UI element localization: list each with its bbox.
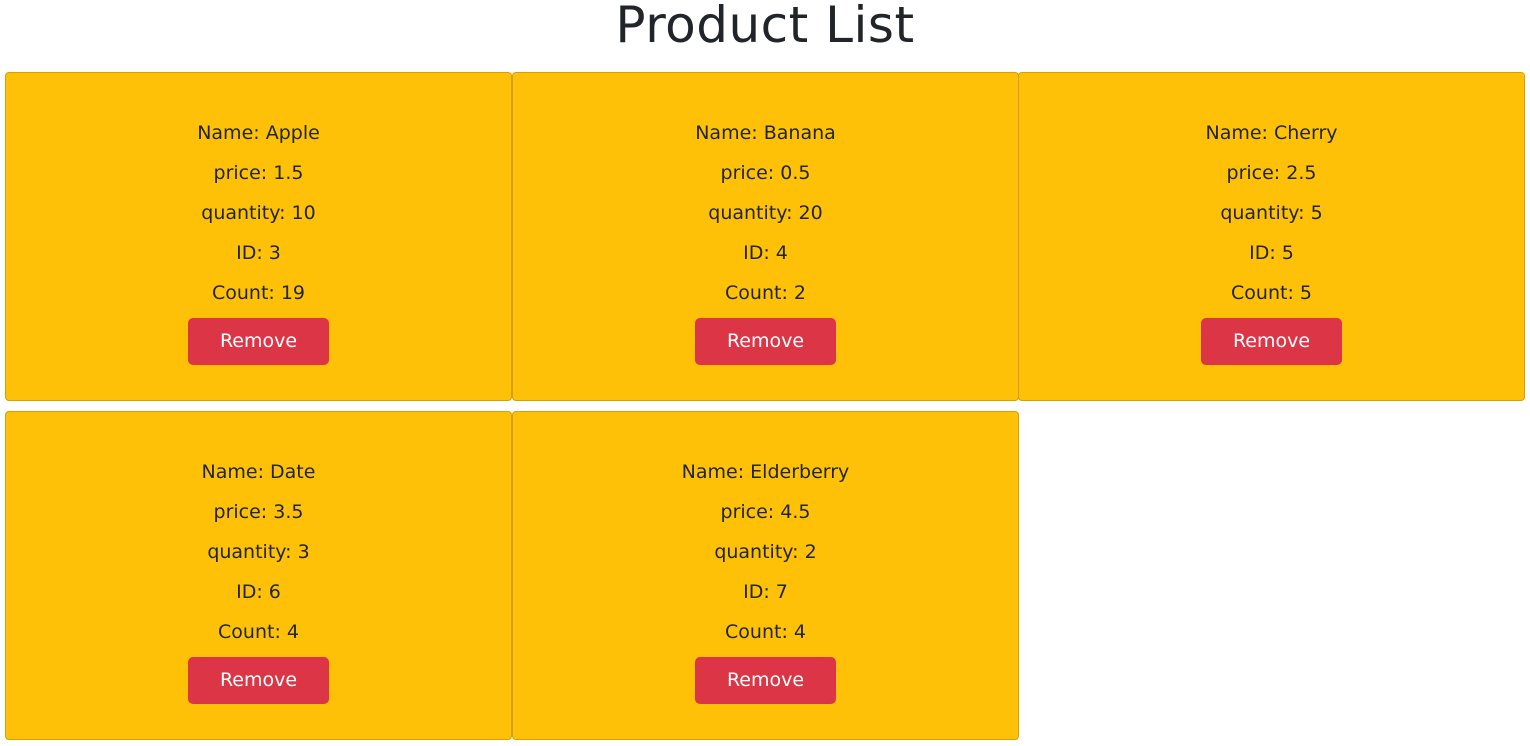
- product-quantity: quantity: 5: [1220, 202, 1323, 224]
- product-name: Name: Elderberry: [681, 461, 850, 483]
- product-count: Count: 4: [725, 621, 806, 643]
- product-price: price: 4.5: [720, 501, 811, 523]
- product-count: Count: 5: [1231, 282, 1312, 304]
- product-card: Name: Apple price: 1.5 quantity: 10 ID: …: [5, 72, 512, 401]
- product-price: price: 3.5: [213, 501, 304, 523]
- product-quantity: quantity: 10: [201, 202, 316, 224]
- product-count: Count: 19: [211, 282, 306, 304]
- product-price: price: 2.5: [1226, 162, 1317, 184]
- product-name: Name: Apple: [197, 122, 320, 144]
- product-count: Count: 4: [218, 621, 299, 643]
- page-title: Product List: [615, 0, 915, 54]
- remove-button[interactable]: Remove: [695, 657, 836, 704]
- product-name: Name: Cherry: [1205, 122, 1338, 144]
- product-card: Name: Elderberry price: 4.5 quantity: 2 …: [512, 411, 1019, 740]
- product-name: Name: Banana: [695, 122, 836, 144]
- product-quantity: quantity: 2: [714, 541, 817, 563]
- product-id: ID: 6: [236, 581, 281, 603]
- product-id: ID: 7: [743, 581, 788, 603]
- product-card: Name: Date price: 3.5 quantity: 3 ID: 6 …: [5, 411, 512, 740]
- product-quantity: quantity: 3: [207, 541, 310, 563]
- remove-button[interactable]: Remove: [1201, 318, 1342, 365]
- remove-button[interactable]: Remove: [188, 318, 329, 365]
- product-name: Name: Date: [201, 461, 316, 483]
- product-price: price: 0.5: [720, 162, 811, 184]
- product-grid: Name: Apple price: 1.5 quantity: 10 ID: …: [0, 50, 1530, 746]
- product-id: ID: 5: [1249, 242, 1294, 264]
- product-card: Name: Banana price: 0.5 quantity: 20 ID:…: [512, 72, 1019, 401]
- remove-button[interactable]: Remove: [188, 657, 329, 704]
- remove-button[interactable]: Remove: [695, 318, 836, 365]
- product-id: ID: 3: [236, 242, 281, 264]
- product-card: Name: Cherry price: 2.5 quantity: 5 ID: …: [1018, 72, 1525, 401]
- product-id: ID: 4: [743, 242, 788, 264]
- product-count: Count: 2: [725, 282, 806, 304]
- product-quantity: quantity: 20: [708, 202, 823, 224]
- product-price: price: 1.5: [213, 162, 304, 184]
